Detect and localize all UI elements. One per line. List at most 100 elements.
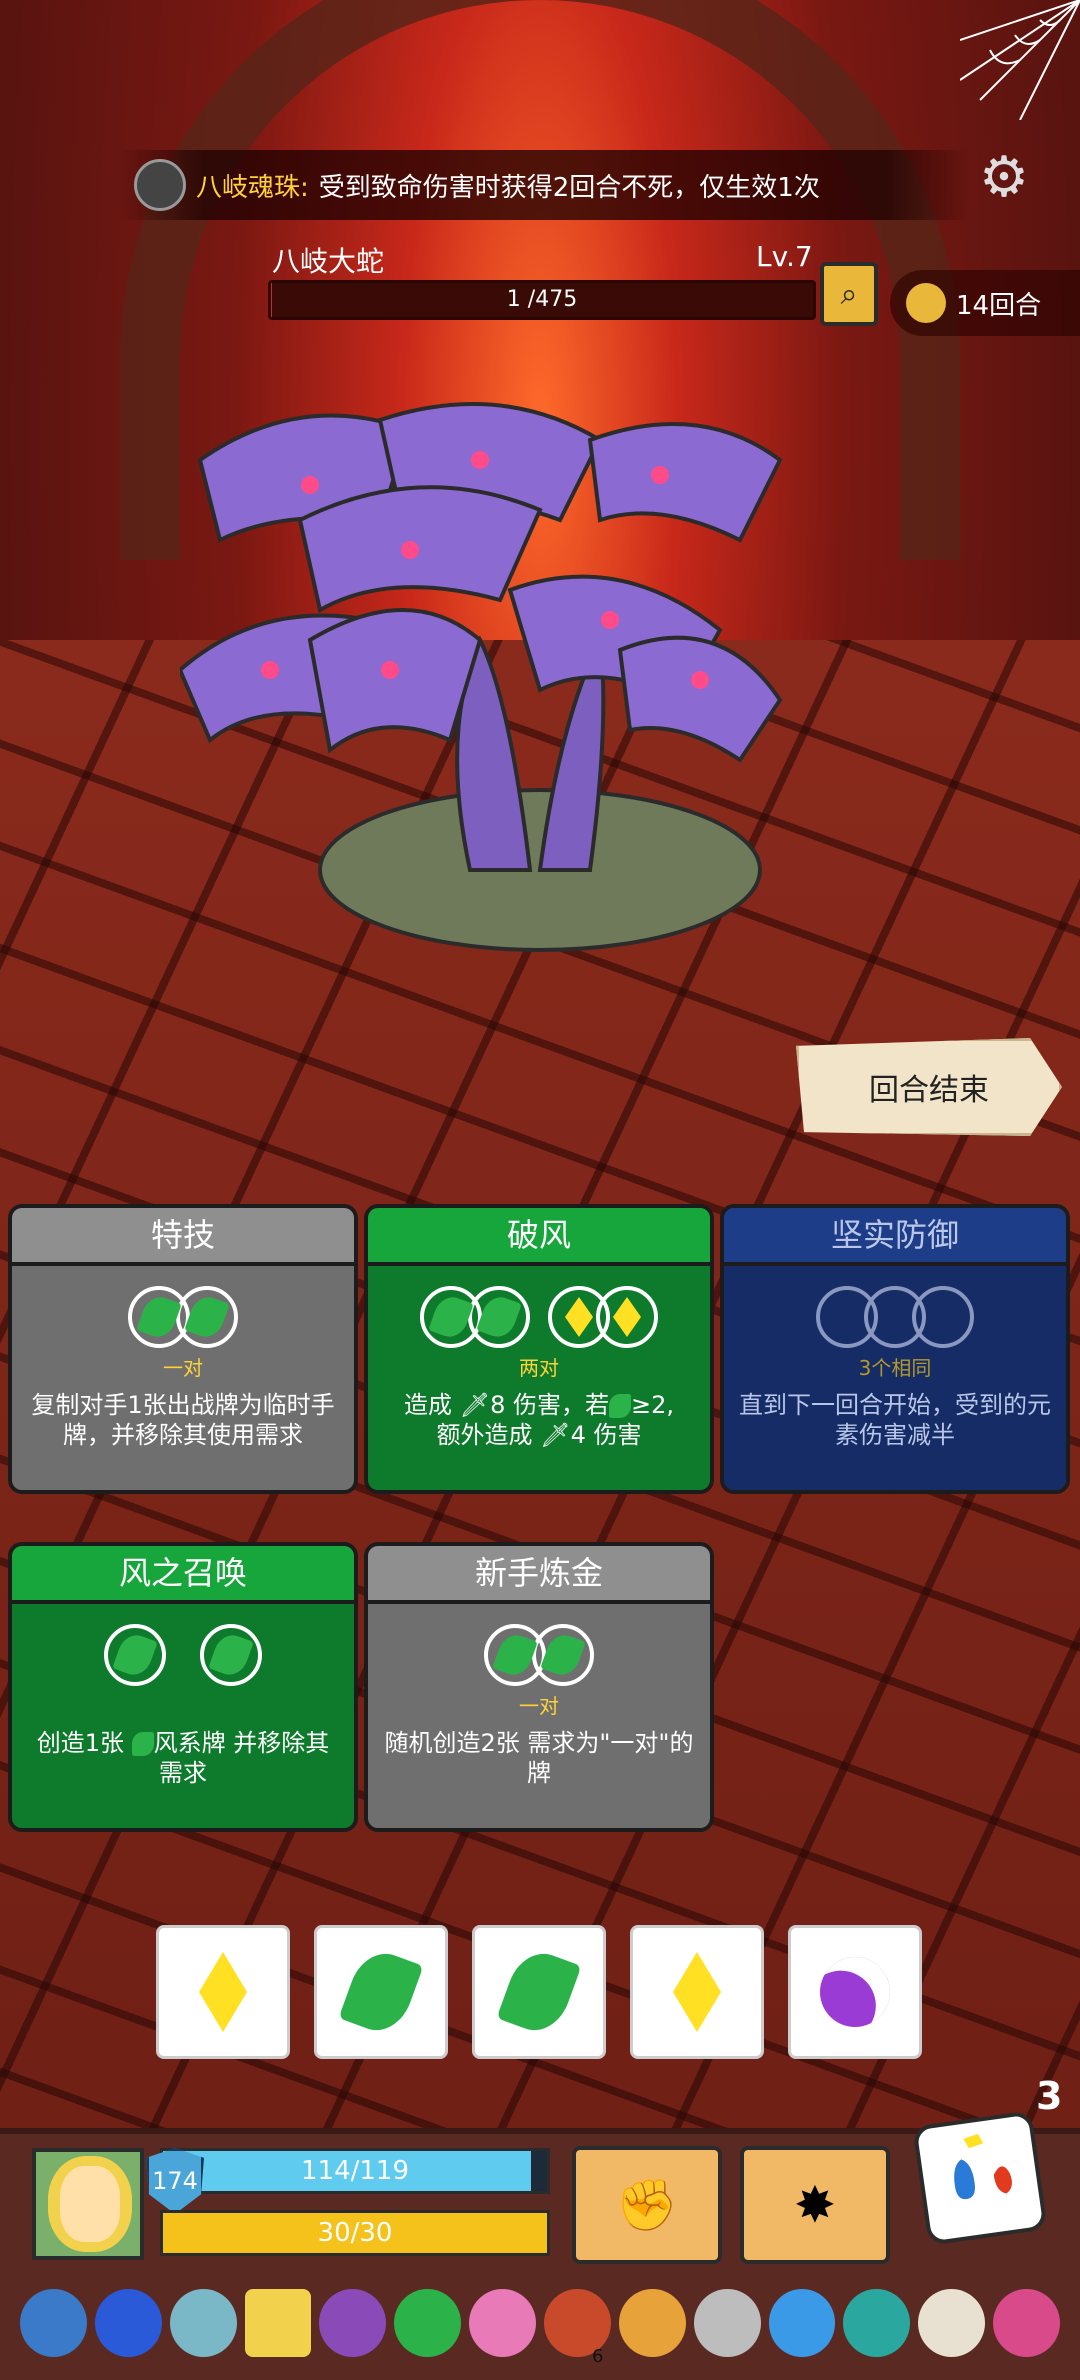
sword-icon: 🗡 [459, 1391, 491, 1419]
lightning-slot [596, 1286, 658, 1348]
hand-card-wind[interactable] [472, 1925, 606, 2059]
reroll-dice-button[interactable] [912, 2110, 1048, 2246]
skill-title: 破风 [368, 1208, 710, 1266]
lightning-diamond-icon [673, 1952, 721, 2032]
skill-title: 特技 [12, 1208, 354, 1266]
totem-relic-icon[interactable] [993, 2289, 1061, 2357]
wind-leaf-icon [492, 1630, 538, 1680]
fist-icon: ✊ [615, 2175, 679, 2234]
coin-relic-icon[interactable] [693, 2289, 761, 2357]
claw-relic-icon[interactable] [319, 2289, 387, 2357]
dice-icon [954, 2133, 1012, 2200]
fist-skill-button[interactable]: ✊ [572, 2146, 722, 2264]
player-avatar[interactable] [32, 2148, 144, 2260]
wind-leaf-icon [496, 1944, 582, 2040]
wind-slot [532, 1624, 594, 1686]
player-energy-bar: 30/30 [160, 2210, 550, 2256]
skill-title: 新手炼金 [368, 1546, 710, 1604]
wind-leaf-icon [338, 1944, 424, 2040]
sword-icon: 🗡 [540, 1421, 571, 1449]
fire-splash-icon: ✸ [794, 2176, 836, 2234]
skill-card-teji[interactable]: 特技 一对 复制对手1张出战牌为临时手牌，并移除其使用需求 [8, 1204, 358, 1494]
inspect-enemy-button[interactable]: ⌕ [820, 262, 878, 326]
hand-card-lightning[interactable] [156, 1925, 290, 2059]
skill-description: 随机创造2张 需求为"一对"的牌 [384, 1729, 694, 1787]
empty-slot [912, 1286, 974, 1348]
moon-icon [810, 1947, 900, 2037]
lightning-diamond-icon [199, 1952, 247, 2032]
skill-card-pofeng[interactable]: 破风 两对 造成 🗡8 伤害，若 ≥2, 额外造成 🗡4 伤害 [364, 1204, 714, 1494]
magnifier-icon: ⌕ [840, 276, 858, 312]
relic-stack-count: 6 [592, 2346, 604, 2367]
hand-card-moon[interactable] [788, 1925, 922, 2059]
wind-slot [176, 1286, 238, 1348]
skill-card-wind-summon[interactable]: 风之召唤 创造1张 风系牌 并移除其需求 [8, 1542, 358, 1832]
blue-flame-relic-icon[interactable] [94, 2289, 162, 2357]
wind-leaf-icon [540, 1630, 586, 1680]
player-energy-text: 30/30 [317, 2218, 393, 2248]
desc-part: 风系牌 并移除其需求 [153, 1729, 330, 1787]
relic-name: 八岐魂珠: [196, 172, 309, 203]
fire-skill-button[interactable]: ✸ [740, 2146, 890, 2264]
skill-requirement [12, 1690, 354, 1716]
skill-requirement: 两对 [519, 1356, 559, 1380]
relic-bar [20, 2284, 1061, 2362]
gold-armor-relic-icon[interactable] [618, 2289, 686, 2357]
hand-card-wind[interactable] [314, 1925, 448, 2059]
shield-value: 174 [152, 2167, 198, 2195]
wind-slot [200, 1624, 262, 1686]
desc-part: ≥2, [631, 1391, 675, 1419]
end-turn-button[interactable]: 回合结束 [796, 1038, 1062, 1136]
dice-count: 3 [1036, 2074, 1063, 2118]
player-hp-bar: 114/119 [160, 2148, 550, 2194]
skill-requirement: 一对 [163, 1356, 203, 1380]
sun-relic-icon[interactable] [918, 2289, 986, 2357]
wind-leaf-icon [184, 1292, 230, 1342]
end-turn-label: 回合结束 [869, 1073, 989, 1108]
enemy-hp-text: 1 /475 [506, 287, 578, 312]
enemy-name: 八岐大蛇 [272, 245, 385, 278]
settings-gear-icon[interactable]: ⚙ [976, 150, 1032, 206]
wind-leaf-icon [609, 1394, 631, 1418]
desc-part: 创造1张 [36, 1729, 132, 1757]
skill-card-solid-defense[interactable]: 坚实防御 3个相同 直到下一回合开始，受到的元素伤害减半 [720, 1204, 1070, 1494]
skill-description: 复制对手1张出战牌为临时手牌，并移除其使用需求 [31, 1391, 335, 1449]
hourglass-icon [906, 283, 946, 323]
skill-card-novice-alchemy[interactable]: 新手炼金 一对 随机创造2张 需求为"一对"的牌 [364, 1542, 714, 1832]
skill-description: 创造1张 风系牌 并移除其需求 [12, 1716, 354, 1788]
cobweb-icon [960, 0, 1080, 120]
hand-card-lightning[interactable] [630, 1925, 764, 2059]
wind-leaf-icon [476, 1292, 522, 1342]
avatar-face [60, 2166, 120, 2242]
crown-relic-icon[interactable] [768, 2289, 836, 2357]
desc-part: 4 伤害 [570, 1421, 642, 1449]
enemy-hp-bar: 1 /475 [268, 280, 816, 320]
skill-requirement: 一对 [519, 1694, 559, 1718]
lightning-diamond-icon [613, 1297, 641, 1337]
skill-title: 风之召唤 [12, 1546, 354, 1604]
skill-description: 造成 🗡8 伤害，若 ≥2, 额外造成 🗡4 伤害 [368, 1378, 710, 1450]
relic-effect: 受到致命伤害时获得2回合不死，仅生效1次 [318, 172, 820, 203]
heart-relic-icon[interactable] [469, 2289, 537, 2357]
leaf-relic-icon[interactable] [394, 2289, 462, 2357]
desc-part: 额外造成 [436, 1421, 541, 1449]
dragon-skull-icon [134, 159, 186, 211]
relic-banner: 八岐魂珠: 受到致命伤害时获得2回合不死，仅生效1次 [120, 150, 970, 220]
wind-leaf-icon [208, 1630, 254, 1680]
wind-leaf-icon [112, 1630, 158, 1680]
hydra-enemy[interactable] [180, 400, 900, 960]
mask-relic-icon[interactable] [843, 2289, 911, 2357]
skill-description: 直到下一回合开始，受到的元素伤害减半 [739, 1391, 1051, 1449]
desc-part: 8 伤害，若 [490, 1391, 609, 1419]
wind-leaf-icon [131, 1732, 154, 1756]
wind-slot [468, 1286, 530, 1348]
turn-counter: 14回合 [890, 270, 1080, 336]
enemy-level: Lv.7 [756, 240, 813, 273]
wind-leaf-icon [428, 1292, 474, 1342]
vase-relic-icon[interactable] [169, 2289, 237, 2357]
skill-title: 坚实防御 [724, 1208, 1066, 1266]
skill-requirement: 3个相同 [858, 1356, 932, 1380]
pennant-relic-icon[interactable] [244, 2289, 312, 2357]
turn-label: 14回合 [956, 290, 1042, 321]
compass-relic-icon[interactable] [20, 2289, 87, 2357]
